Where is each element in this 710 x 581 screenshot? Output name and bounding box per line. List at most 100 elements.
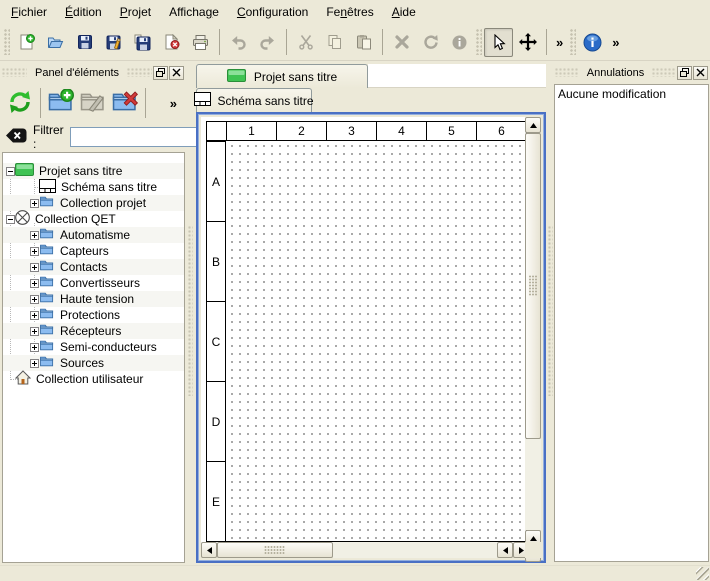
expand-icon[interactable]: [30, 343, 39, 352]
scroll-left-button-2[interactable]: [497, 542, 513, 558]
close-undo-panel-button[interactable]: [693, 66, 708, 80]
tree-item-label: Collection utilisateur: [31, 372, 143, 386]
float-panel-button[interactable]: [153, 66, 168, 80]
cut-button: [291, 28, 320, 57]
menu-fichier[interactable]: Fichier: [2, 2, 56, 22]
paste-button: [349, 28, 378, 57]
tree-item-automatisme[interactable]: Automatisme: [3, 227, 184, 243]
open-file-button[interactable]: [41, 28, 70, 57]
menu-edition[interactable]: Édition: [56, 2, 111, 22]
expand-icon[interactable]: [30, 295, 39, 304]
diagram-view[interactable]: 123456ABCDE: [196, 112, 546, 563]
tree-item-collection-qet[interactable]: Collection QET: [3, 211, 184, 227]
diagram-canvas[interactable]: 123456ABCDE: [201, 117, 529, 546]
horizontal-scrollbar-track[interactable]: [333, 542, 497, 558]
tree-item-capteurs[interactable]: Capteurs: [3, 243, 184, 259]
horizontal-scrollbar[interactable]: [201, 542, 529, 558]
expand-icon[interactable]: [30, 231, 39, 240]
toolbar-separator: [145, 88, 146, 118]
close-panel-button[interactable]: [169, 66, 184, 80]
scroll-left-button[interactable]: [201, 542, 217, 558]
undo-history-list[interactable]: Aucune modification: [554, 84, 709, 562]
refresh-icon: [7, 89, 33, 118]
left-splitter[interactable]: [186, 61, 196, 565]
select-mode-button[interactable]: [484, 28, 513, 57]
scroll-mode-button[interactable]: [513, 28, 542, 57]
collapse-icon[interactable]: [6, 167, 15, 176]
menu-aide[interactable]: Aide: [383, 2, 425, 22]
print-button[interactable]: [186, 28, 215, 57]
resize-grip[interactable]: [696, 567, 709, 580]
tree-item-sources[interactable]: Sources: [3, 355, 184, 371]
save-as-button[interactable]: [99, 28, 128, 57]
vertical-scrollbar-track[interactable]: [525, 439, 541, 530]
menu-affichage[interactable]: Affichage: [160, 2, 228, 22]
tree-item-collection-utilisateur[interactable]: Collection utilisateur: [3, 371, 184, 387]
float-undo-panel-button[interactable]: [677, 66, 692, 80]
toolbar-extension-button[interactable]: »: [553, 35, 566, 50]
expand-icon[interactable]: [30, 279, 39, 288]
horizontal-scrollbar-thumb[interactable]: [217, 542, 333, 558]
reload-collections-button[interactable]: [4, 87, 36, 119]
menu-projet[interactable]: Projet: [111, 2, 160, 22]
tree-item-haute-tension[interactable]: Haute tension: [3, 291, 184, 307]
save-all-button[interactable]: [128, 28, 157, 57]
tab-bar-empty-area: [368, 64, 546, 88]
undo-panel-dock: Annulations Aucune modification: [553, 61, 710, 565]
titlebar-texture: [127, 68, 152, 77]
home-icon: [15, 370, 31, 388]
folder-icon: [39, 275, 55, 291]
open-folder-icon: [47, 34, 64, 51]
tree-item-label: Haute tension: [55, 292, 134, 306]
expand-icon[interactable]: [30, 327, 39, 336]
new-category-button[interactable]: [45, 87, 77, 119]
tree-item-contacts[interactable]: Contacts: [3, 259, 184, 275]
toolbar-handle[interactable]: [570, 29, 576, 55]
vertical-scrollbar[interactable]: [525, 117, 541, 562]
delete-button: [387, 28, 416, 57]
collapse-icon[interactable]: [6, 215, 15, 224]
elements-panel-titlebar[interactable]: Panel d'éléments: [0, 64, 186, 81]
expand-icon[interactable]: [30, 359, 39, 368]
tab-diagram[interactable]: Schéma sans titre: [196, 88, 312, 112]
tab-project[interactable]: Projet sans titre: [196, 64, 368, 88]
copy-button: [320, 28, 349, 57]
undo-panel-titlebar[interactable]: Annulations: [553, 64, 710, 81]
expand-icon[interactable]: [30, 199, 39, 208]
toolbar-handle[interactable]: [4, 29, 10, 55]
redo-icon: [259, 34, 276, 51]
save-icon: [77, 34, 93, 50]
tree-item-sch-ma-sans-titre[interactable]: Schéma sans titre: [3, 179, 184, 195]
filter-label: Filtrer :: [33, 123, 64, 151]
expand-icon[interactable]: [30, 311, 39, 320]
clear-filter-icon: [5, 133, 27, 147]
save-button[interactable]: [70, 28, 99, 57]
menu-fenetres[interactable]: Fenêtres: [317, 2, 382, 22]
close-file-button[interactable]: [157, 28, 186, 57]
expand-icon[interactable]: [30, 263, 39, 272]
project-icon: [227, 71, 246, 85]
tree-item-collection-projet[interactable]: Collection projet: [3, 195, 184, 211]
tree-item-r-cepteurs[interactable]: Récepteurs: [3, 323, 184, 339]
toolbar-extension-button-2[interactable]: »: [609, 35, 622, 50]
panel-toolbar-extension-button[interactable]: »: [167, 96, 180, 111]
scroll-up-button[interactable]: [525, 117, 541, 133]
tree-item-semi-conducteurs[interactable]: Semi-conducteurs: [3, 339, 184, 355]
toolbar-handle[interactable]: [476, 29, 482, 55]
toolbar-separator: [382, 29, 383, 55]
tree-item-projet-sans-titre[interactable]: Projet sans titre: [3, 163, 184, 179]
delete-category-button[interactable]: [109, 87, 141, 119]
undo-list-item[interactable]: Aucune modification: [555, 85, 708, 102]
vertical-scrollbar-thumb[interactable]: [525, 133, 541, 439]
new-file-button[interactable]: [12, 28, 41, 57]
right-splitter[interactable]: [546, 61, 553, 565]
tree-item-convertisseurs[interactable]: Convertisseurs: [3, 275, 184, 291]
column-header-4: 4: [376, 121, 427, 141]
clear-filter-icon[interactable]: [5, 127, 27, 147]
mdi-area: Projet sans titre Schéma sans titre 1234…: [196, 61, 546, 565]
info-gray-icon: [451, 34, 468, 51]
tree-item-protections[interactable]: Protections: [3, 307, 184, 323]
menu-configuration[interactable]: Configuration: [228, 2, 317, 22]
about-qet-button[interactable]: [578, 28, 607, 57]
expand-icon[interactable]: [30, 247, 39, 256]
